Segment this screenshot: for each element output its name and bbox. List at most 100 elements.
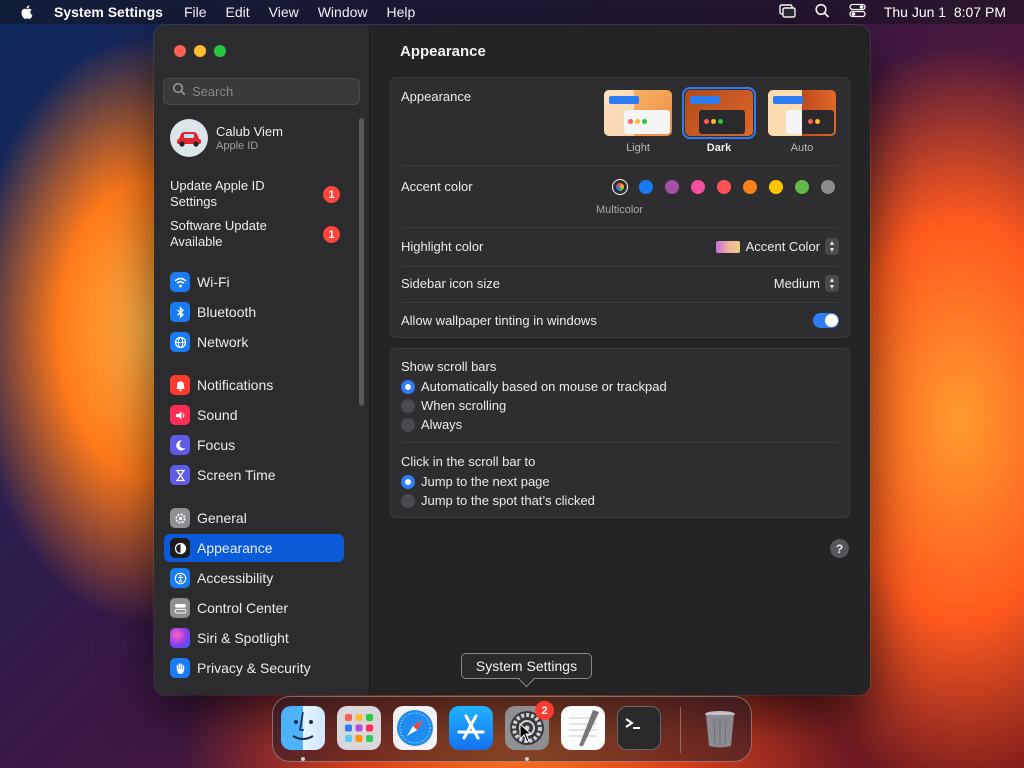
sidebar-item-siri-spotlight[interactable]: Siri & Spotlight bbox=[164, 624, 344, 652]
sidebar-item-bluetooth[interactable]: Bluetooth bbox=[164, 298, 344, 326]
accent-color-swatch[interactable] bbox=[821, 180, 835, 194]
radio-button[interactable] bbox=[401, 474, 415, 489]
hand-icon bbox=[170, 658, 190, 678]
scroll-bars-option-when-scrolling[interactable]: When scrolling bbox=[401, 398, 506, 413]
sidebar-item-label: Privacy & Security bbox=[197, 660, 311, 676]
system-settings-window: Calub Viem Apple ID Update Apple ID Sett… bbox=[154, 25, 870, 695]
accent-multicolor-swatch[interactable] bbox=[612, 179, 628, 195]
sidebar-item-accessibility[interactable]: Accessibility bbox=[164, 564, 344, 592]
menu-edit[interactable]: Edit bbox=[226, 4, 250, 20]
close-window-button[interactable] bbox=[174, 45, 186, 57]
appearance-auto-option[interactable] bbox=[768, 90, 836, 136]
menu-file[interactable]: File bbox=[184, 4, 207, 20]
menu-help[interactable]: Help bbox=[387, 4, 416, 20]
zoom-window-button[interactable] bbox=[214, 45, 226, 57]
apple-menu-icon[interactable] bbox=[0, 4, 54, 20]
sidebar-item-general[interactable]: General bbox=[164, 504, 344, 532]
sidebar-item-label: Wi-Fi bbox=[197, 274, 230, 290]
sidebar-item-privacy-security[interactable]: Privacy & Security bbox=[164, 654, 344, 682]
wallpaper-tinting-label: Allow wallpaper tinting in windows bbox=[401, 313, 597, 328]
safari-icon[interactable] bbox=[393, 706, 437, 750]
software-update-notice[interactable]: Software Update Available 1 bbox=[170, 218, 340, 250]
minimize-window-button[interactable] bbox=[194, 45, 206, 57]
accent-color-swatch[interactable] bbox=[691, 180, 705, 194]
trash-icon[interactable] bbox=[698, 706, 742, 750]
scroll-bars-option-automatic[interactable]: Automatically based on mouse or trackpad bbox=[401, 379, 667, 394]
accent-color-swatch[interactable] bbox=[665, 180, 679, 194]
sidebar-item-appearance[interactable]: Appearance bbox=[164, 534, 344, 562]
accent-color-swatch[interactable] bbox=[743, 180, 757, 194]
sidebar-scrollbar[interactable] bbox=[359, 118, 364, 406]
apple-id-profile[interactable]: Calub Viem Apple ID bbox=[170, 119, 283, 157]
scroll-bars-option-always[interactable]: Always bbox=[401, 417, 462, 432]
bluetooth-icon bbox=[170, 302, 190, 322]
click-scroll-option-next-page[interactable]: Jump to the next page bbox=[401, 474, 550, 489]
divider bbox=[401, 442, 839, 443]
appearance-light-option[interactable] bbox=[604, 90, 672, 136]
update-apple-id-notice[interactable]: Update Apple ID Settings 1 bbox=[170, 178, 340, 210]
hourglass-icon bbox=[170, 465, 190, 485]
accent-color-swatch[interactable] bbox=[795, 180, 809, 194]
menu-bar: System Settings File Edit View Window He… bbox=[0, 0, 1024, 24]
sidebar: Calub Viem Apple ID Update Apple ID Sett… bbox=[154, 25, 370, 695]
textedit-icon[interactable] bbox=[561, 706, 605, 750]
sidebar-item-wifi[interactable]: Wi-Fi bbox=[164, 268, 344, 296]
divider bbox=[401, 165, 839, 166]
highlight-swatch bbox=[715, 240, 740, 253]
radio-button[interactable] bbox=[401, 493, 415, 508]
search-field[interactable] bbox=[163, 78, 360, 105]
radio-label: When scrolling bbox=[421, 398, 507, 413]
sidebar-item-sound[interactable]: Sound bbox=[164, 401, 344, 429]
siri-icon bbox=[170, 628, 190, 648]
settings-running-indicator bbox=[525, 757, 529, 761]
dock-notification-badge: 2 bbox=[535, 701, 554, 720]
search-icon bbox=[172, 82, 186, 101]
wallpaper-tinting-row: Allow wallpaper tinting in windows bbox=[401, 313, 839, 328]
terminal-icon[interactable] bbox=[617, 706, 661, 750]
moon-icon bbox=[170, 435, 190, 455]
accent-color-swatch[interactable] bbox=[639, 180, 653, 194]
sidebar-item-label: Network bbox=[197, 334, 249, 350]
launchpad-icon[interactable] bbox=[337, 706, 381, 750]
app-store-icon[interactable] bbox=[449, 706, 493, 750]
sidebar-icon-size-popup[interactable]: Medium ▲ ▼ bbox=[774, 275, 839, 292]
appearance-dark-option[interactable] bbox=[682, 87, 756, 139]
click-scroll-bar-label: Click in the scroll bar to bbox=[401, 454, 536, 469]
highlight-color-label: Highlight color bbox=[401, 239, 484, 254]
highlight-color-popup[interactable]: Accent Color ▲ ▼ bbox=[715, 238, 839, 255]
menu-window[interactable]: Window bbox=[318, 4, 368, 20]
notice-label: Software Update Available bbox=[170, 218, 267, 249]
sidebar-item-network[interactable]: Network bbox=[164, 328, 344, 356]
chevron-up-down-icon: ▲ ▼ bbox=[825, 275, 839, 292]
sidebar-item-focus[interactable]: Focus bbox=[164, 431, 344, 459]
menu-clock[interactable]: Thu Jun 1 8:07 PM bbox=[884, 4, 1006, 20]
accent-color-swatch[interactable] bbox=[769, 180, 783, 194]
search-input[interactable] bbox=[192, 84, 352, 99]
menu-view[interactable]: View bbox=[269, 4, 299, 20]
sidebar-item-control-center[interactable]: Control Center bbox=[164, 594, 344, 622]
sidebar-item-label: Accessibility bbox=[197, 570, 274, 586]
sidebar-item-label: Appearance bbox=[197, 540, 273, 556]
appearance-pane: Appearance Appearance Light Dark Auto Ac… bbox=[370, 25, 870, 695]
accessibility-icon bbox=[170, 568, 190, 588]
spotlight-search-icon[interactable] bbox=[814, 3, 831, 21]
radio-button[interactable] bbox=[401, 417, 415, 432]
radio-button[interactable] bbox=[401, 379, 415, 394]
help-button[interactable]: ? bbox=[830, 539, 849, 558]
sidebar-item-label: Bluetooth bbox=[197, 304, 257, 320]
sidebar-item-screen-time[interactable]: Screen Time bbox=[164, 461, 344, 489]
accent-color-swatch[interactable] bbox=[717, 180, 731, 194]
appearance-auto-label: Auto bbox=[790, 142, 814, 154]
control-center-menu-icon[interactable] bbox=[849, 3, 866, 21]
radio-button[interactable] bbox=[401, 398, 415, 413]
sidebar-item-notifications[interactable]: Notifications bbox=[164, 371, 344, 399]
appearance-icon bbox=[170, 538, 190, 558]
wallpaper-tinting-toggle[interactable] bbox=[813, 313, 839, 328]
highlight-color-row: Highlight color Accent Color ▲ ▼ bbox=[401, 238, 839, 255]
page-title: Appearance bbox=[400, 43, 486, 60]
menu-app-name[interactable]: System Settings bbox=[54, 4, 163, 20]
click-scroll-option-spot-clicked[interactable]: Jump to the spot that’s clicked bbox=[401, 493, 595, 508]
screen-mirroring-icon[interactable] bbox=[779, 3, 796, 21]
divider bbox=[401, 302, 839, 303]
finder-icon[interactable] bbox=[281, 706, 325, 750]
